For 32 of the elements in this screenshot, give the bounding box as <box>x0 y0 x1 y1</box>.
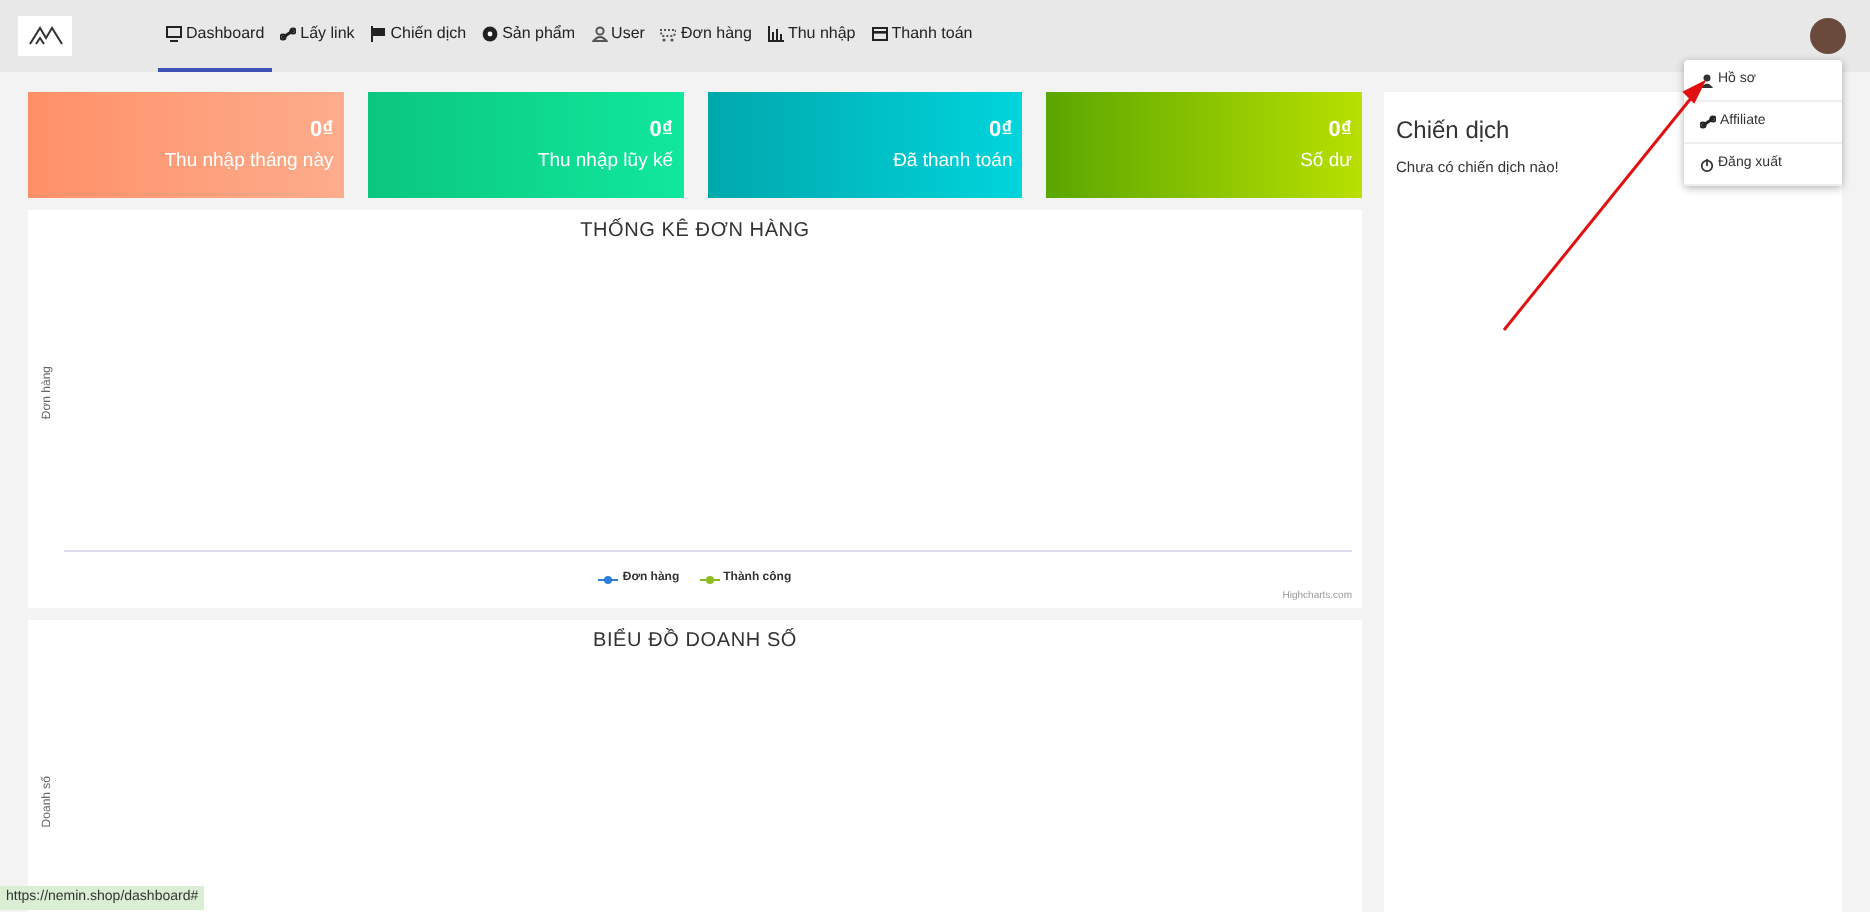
disc-icon <box>482 26 499 42</box>
nav-tab[interactable]: Sản phẩm <box>474 0 584 72</box>
stat-value: 0₫ <box>988 116 1013 147</box>
link-icon <box>1700 114 1716 130</box>
stat-label: Thu nhập lũy kế <box>537 147 673 176</box>
bar-chart-icon <box>767 26 784 42</box>
stat-value: 0₫ <box>649 116 673 147</box>
person-icon <box>591 26 608 42</box>
stat-label: Số dư <box>1300 147 1352 176</box>
nav-tab[interactable]: Lấy link <box>272 0 363 72</box>
chart-title: BIỂU ĐỒ DOANH SỐ <box>592 626 798 656</box>
nav-tab[interactable]: Dashboard <box>158 0 273 72</box>
nav-tab[interactable]: Chiến dịch <box>362 0 475 72</box>
stat-value: 0₫ <box>1328 116 1352 147</box>
flag-icon <box>370 26 387 42</box>
user-avatar[interactable] <box>1810 18 1846 54</box>
nav-tab[interactable]: Thanh toán <box>863 0 981 72</box>
monitor-icon <box>166 26 182 42</box>
nav-tab[interactable]: Thu nhập <box>759 0 864 72</box>
person-icon <box>1700 73 1714 87</box>
panel-title: Chiến dịch <box>1396 114 1510 148</box>
nav-tab[interactable]: Đơn hàng <box>652 0 760 72</box>
power-icon <box>1700 157 1714 171</box>
nav-tab[interactable]: User <box>583 0 653 72</box>
cart-icon <box>660 26 677 42</box>
card-icon <box>871 26 888 42</box>
stat-label: Đã thanh toán <box>893 147 1013 176</box>
stat-value: 0₫ <box>309 116 334 147</box>
chart-title: THỐNG KÊ ĐƠN HÀNG <box>580 216 810 246</box>
logo-icon <box>18 16 72 56</box>
link-icon <box>280 26 297 42</box>
stat-label: Thu nhập tháng này <box>164 147 334 176</box>
